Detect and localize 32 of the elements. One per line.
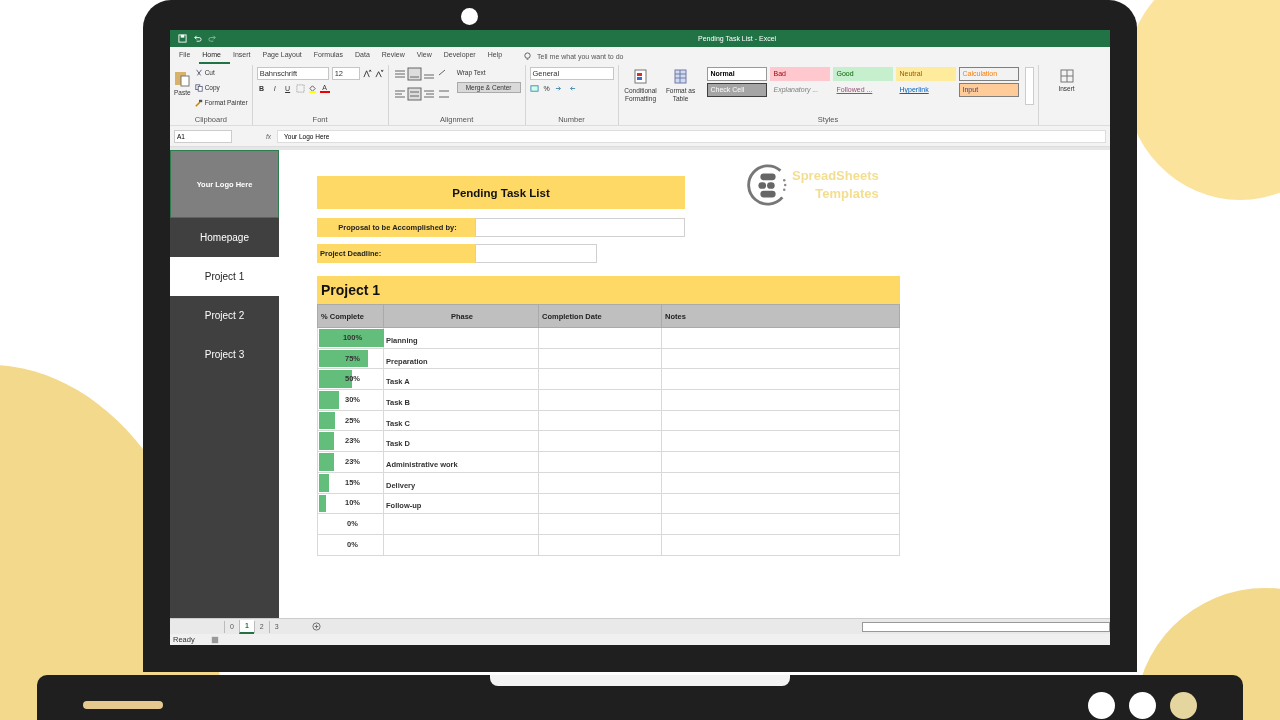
- horizontal-scrollbar[interactable]: [862, 621, 1110, 632]
- decor-dot: [1088, 692, 1115, 719]
- decimal-icon[interactable]: [554, 84, 564, 93]
- gallery-scrollbar[interactable]: [1024, 67, 1034, 105]
- sidebar-item[interactable]: Project 1: [170, 257, 279, 296]
- scissors-icon: [194, 68, 203, 77]
- copy-icon: [194, 83, 203, 92]
- borders-icon[interactable]: [295, 84, 305, 93]
- decor-dot: [1129, 692, 1156, 719]
- fill-color-icon[interactable]: [307, 84, 317, 93]
- undo-icon[interactable]: [193, 34, 202, 43]
- grow-font-icon[interactable]: [362, 69, 372, 78]
- clipboard-icon: [174, 69, 191, 87]
- add-sheet-icon[interactable]: [311, 622, 321, 631]
- shrink-font-icon[interactable]: [374, 69, 384, 78]
- input-field[interactable]: [475, 244, 597, 263]
- brush-icon: [194, 98, 203, 107]
- section-header: Project 1: [317, 276, 900, 304]
- table-icon: [633, 69, 648, 85]
- redo-icon[interactable]: [208, 34, 217, 43]
- brand-name: Templates: [815, 185, 879, 203]
- insert-cells-icon: [1059, 69, 1074, 83]
- decor-dot: [1170, 692, 1197, 719]
- table-icon: [673, 69, 688, 85]
- save-icon[interactable]: [178, 34, 187, 43]
- currency-icon[interactable]: [529, 84, 539, 93]
- lightbulb-icon: [523, 51, 533, 61]
- camera-dot: [461, 8, 478, 25]
- input-field[interactable]: [475, 218, 685, 237]
- brand-name: SpreadSheets: [792, 167, 879, 185]
- macro-record-icon[interactable]: [210, 635, 219, 644]
- sheet-title: Pending Task List: [317, 176, 685, 209]
